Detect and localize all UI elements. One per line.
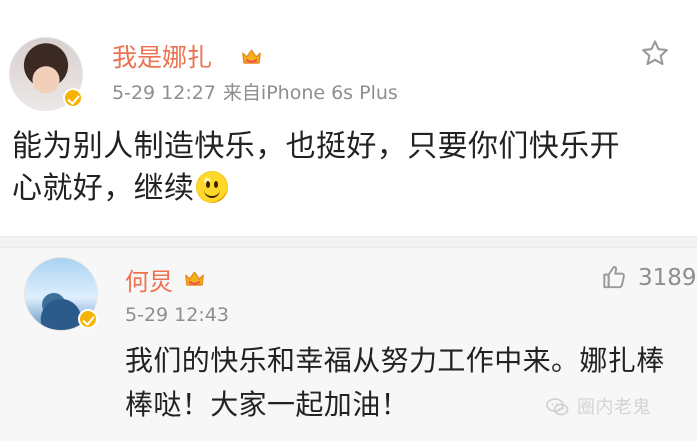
comment-author-name[interactable]: 何炅 [125, 267, 173, 297]
post-source: 来自iPhone 6s Plus [222, 82, 398, 104]
post-text: 能为别人制造快乐，也挺好，只要你们快乐开 心就好，继续 [12, 126, 672, 210]
smile-mouth [204, 188, 221, 198]
watermark: 圈内老鬼 [545, 394, 651, 422]
verified-badge-icon [78, 309, 98, 329]
watermark-text: 圈内老鬼 [577, 397, 651, 418]
like-count: 3189 [638, 265, 697, 291]
comment-text-line-1: 我们的快乐和幸福从努力工作中来。娜扎棒 [125, 344, 665, 377]
original-post: 我是娜扎 5-29 12:27 来自iPhone 6s Plus 能为别人制造快乐… [0, 0, 697, 236]
vip-crown-icon [183, 269, 206, 289]
like-button[interactable]: 3189 [595, 263, 697, 293]
comment-time: 5-29 12:43 [125, 304, 229, 326]
post-time: 5-29 12:27 [112, 82, 216, 104]
post-text-line-1: 能为别人制造快乐，也挺好，只要你们快乐开 [12, 129, 620, 164]
wechat-watermark-icon [545, 394, 571, 420]
smile-emoji-icon [196, 171, 229, 203]
vip-crown-icon [240, 47, 263, 67]
star-icon[interactable] [640, 38, 670, 68]
separator [0, 236, 697, 248]
post-text-line-2: 心就好，继续 [12, 168, 672, 210]
post-meta: 5-29 12:27 来自iPhone 6s Plus [112, 82, 398, 104]
weibo-screenshot: 我是娜扎 5-29 12:27 来自iPhone 6s Plus 能为别人制造快乐… [0, 0, 697, 441]
post-author-name[interactable]: 我是娜扎 [112, 43, 212, 73]
comment-meta: 5-29 12:43 [125, 304, 229, 326]
post-text-line-2-text: 心就好，继续 [12, 171, 195, 206]
thumb-up-icon[interactable] [599, 263, 628, 292]
verified-badge-icon [63, 88, 83, 108]
